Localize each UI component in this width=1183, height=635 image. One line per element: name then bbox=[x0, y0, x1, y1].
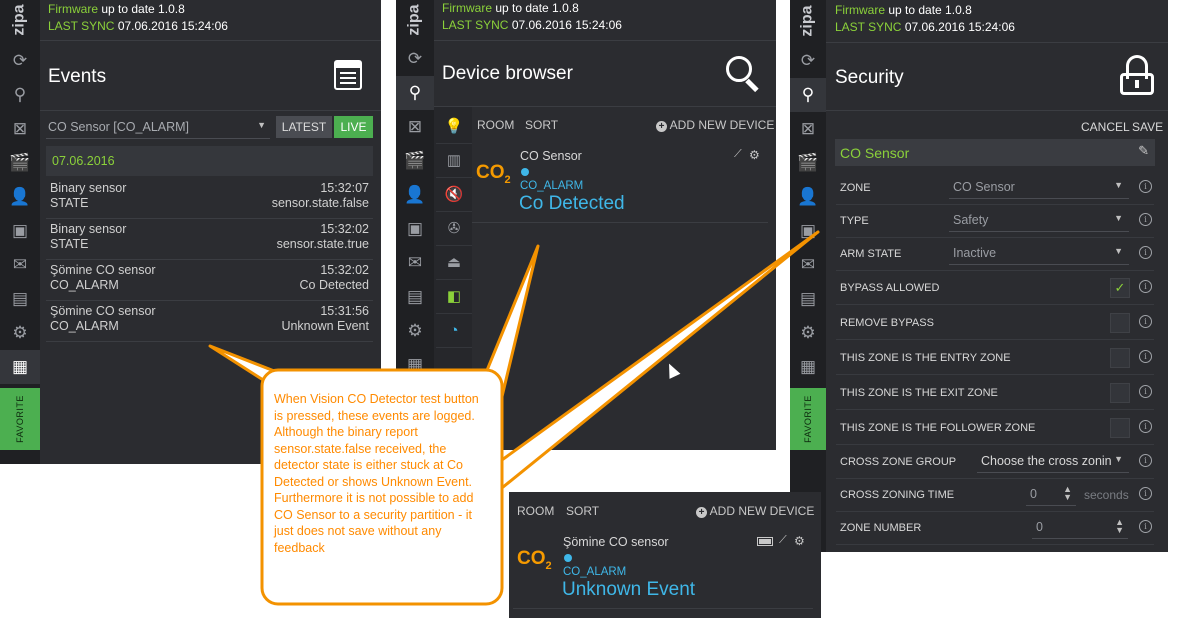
callout-text: When Vision CO Detector test button is p… bbox=[274, 392, 479, 555]
callout-bubble bbox=[208, 230, 820, 606]
